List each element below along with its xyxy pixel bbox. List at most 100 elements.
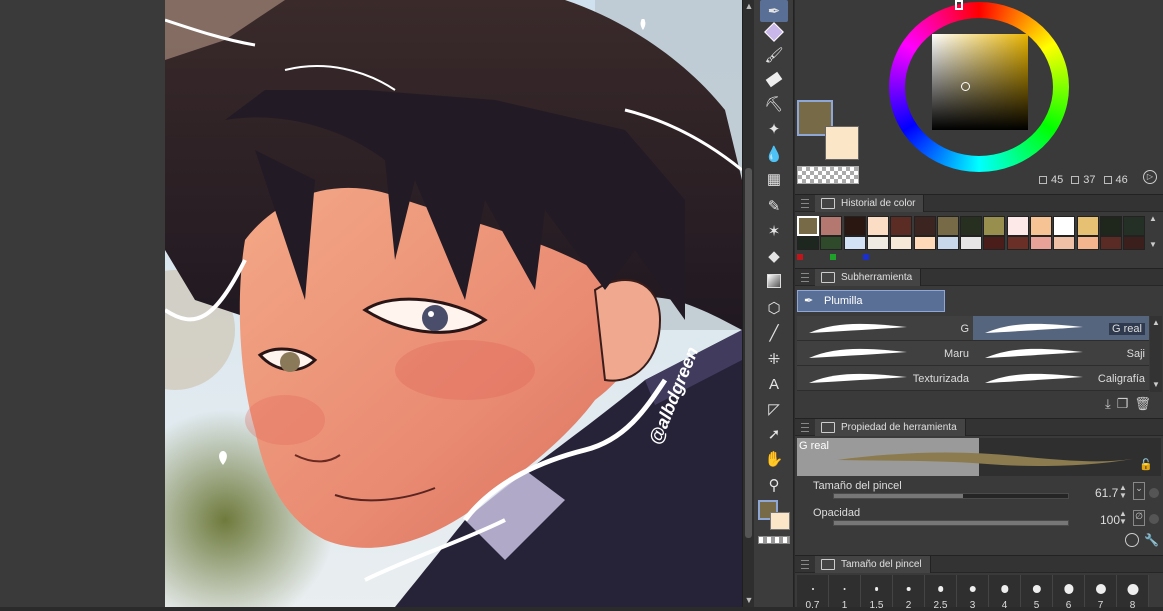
history-swatch[interactable]	[890, 216, 913, 236]
reset-settings-icon[interactable]	[1125, 533, 1139, 547]
brush-size-spinner[interactable]: ▲ ▼	[1119, 484, 1127, 500]
toolbar-transparent-color[interactable]	[758, 536, 790, 544]
history-swatch[interactable]	[820, 216, 843, 236]
color-mode-toggle-icon[interactable]: ▷	[1143, 170, 1157, 184]
history-swatch[interactable]	[960, 236, 983, 250]
gradient-icon[interactable]	[760, 270, 788, 292]
history-swatch[interactable]	[866, 216, 889, 236]
history-swatch[interactable]	[936, 236, 959, 250]
text-icon[interactable]: A	[760, 373, 788, 395]
opacity-toggle-icon[interactable]: ∅	[1133, 510, 1145, 526]
subtool-item[interactable]: Caligrafía	[973, 366, 1149, 391]
lock-icon[interactable]: 🔓	[1139, 458, 1153, 471]
3d-object-icon[interactable]: ⬡	[760, 297, 788, 319]
subtool-group-button[interactable]: ✒ Plumilla	[797, 290, 945, 312]
hand-icon[interactable]: ✋	[760, 448, 788, 470]
opacity-value[interactable]: 100	[1100, 513, 1120, 527]
scrollbar-thumb[interactable]	[745, 168, 752, 538]
history-swatch[interactable]	[1099, 216, 1122, 236]
history-swatch[interactable]	[913, 216, 936, 236]
history-swatch[interactable]	[913, 236, 936, 250]
opacity-spinner[interactable]: ▲ ▼	[1119, 510, 1127, 526]
history-swatch[interactable]	[1006, 236, 1029, 250]
brush-size-preset[interactable]: 0.7	[797, 575, 829, 611]
brush-size-preset[interactable]: 6	[1053, 575, 1085, 611]
history-swatch[interactable]	[890, 236, 913, 250]
tab-brush-size[interactable]: Tamaño del pincel	[815, 556, 931, 573]
opacity-slider[interactable]	[833, 520, 1069, 526]
history-swatch[interactable]	[1030, 216, 1052, 236]
history-swatch[interactable]	[1076, 216, 1099, 236]
history-scroll-down-icon[interactable]: ▼	[1149, 240, 1157, 249]
history-swatch[interactable]	[983, 236, 1006, 250]
artwork-canvas[interactable]: @albdgreen	[165, 0, 742, 607]
history-swatch[interactable]	[936, 216, 959, 236]
pen-icon[interactable]: ✒	[760, 0, 788, 22]
brush-size-preset[interactable]: 3	[957, 575, 989, 611]
panel-menu-icon[interactable]	[801, 199, 809, 208]
panel-menu-icon[interactable]	[801, 423, 809, 432]
brush-size-pressure-icon[interactable]: ⌄	[1133, 482, 1145, 500]
subtool-item[interactable]: G real	[973, 316, 1149, 341]
eraser-marker-icon[interactable]	[760, 21, 788, 43]
history-swatch[interactable]	[843, 236, 866, 250]
subtool-item[interactable]: Saji	[973, 341, 1149, 366]
brush-size-preset[interactable]: 7	[1085, 575, 1117, 611]
blend-icon[interactable]: 💧	[760, 143, 788, 165]
brush-size-preset[interactable]: 1	[829, 575, 861, 611]
history-swatch[interactable]	[960, 216, 983, 236]
history-swatch[interactable]	[1123, 216, 1146, 236]
toolbar-sub-color[interactable]	[770, 512, 790, 530]
brush-size-preset[interactable]: 2.5	[925, 575, 957, 611]
subtool-delete-icon[interactable]: 🗑	[1134, 396, 1151, 412]
history-swatch[interactable]	[1030, 236, 1052, 250]
hue-marker[interactable]	[955, 0, 963, 10]
brush-size-preset[interactable]: 2	[893, 575, 925, 611]
brush-size-preset[interactable]: 8	[1117, 575, 1149, 611]
operation-icon[interactable]: ➚	[760, 423, 788, 445]
sub-color-swatch[interactable]	[825, 126, 859, 160]
history-swatch[interactable]	[1053, 236, 1076, 250]
sparkle-icon[interactable]: ✦	[760, 118, 788, 140]
brush-size-value[interactable]: 61.7	[1095, 486, 1118, 500]
history-swatch[interactable]	[1099, 236, 1122, 250]
tab-subtool[interactable]: Subherramienta	[815, 269, 922, 286]
brush-size-slider[interactable]	[833, 493, 1069, 499]
tab-color-history[interactable]: Historial de color	[815, 195, 925, 212]
brush-size-dynamics-icon[interactable]	[1149, 488, 1159, 498]
eraser-icon[interactable]	[760, 68, 788, 90]
history-swatch[interactable]	[1076, 236, 1099, 250]
wrench-icon[interactable]: 🔧	[1144, 533, 1159, 547]
subtool-scrollbar[interactable]: ▲ ▼	[1150, 316, 1162, 392]
brush-size-preset[interactable]: 1.5	[861, 575, 893, 611]
fill-icon[interactable]: ◆	[760, 245, 788, 267]
tab-tool-property[interactable]: Propiedad de herramienta	[815, 419, 966, 436]
history-scroll-up-icon[interactable]: ▲	[1149, 214, 1157, 223]
stamp-icon[interactable]: ⛏	[760, 93, 788, 115]
history-swatch[interactable]	[1053, 216, 1076, 236]
subtool-item[interactable]: Texturizada	[797, 366, 973, 391]
subtool-item[interactable]: G	[797, 316, 973, 341]
history-swatch[interactable]	[797, 236, 819, 250]
opacity-dynamics-icon[interactable]	[1149, 514, 1159, 524]
history-swatch[interactable]	[820, 236, 843, 250]
brush-size-preset[interactable]: 4	[989, 575, 1021, 611]
history-swatch[interactable]	[1006, 216, 1029, 236]
pattern-icon[interactable]: ⁜	[760, 348, 788, 370]
history-swatch[interactable]	[843, 216, 866, 236]
auto-select-icon[interactable]: ✶	[760, 220, 788, 242]
history-swatch[interactable]	[866, 236, 889, 250]
panel-menu-icon[interactable]	[801, 560, 809, 569]
correct-line-icon[interactable]: ✎	[760, 195, 788, 217]
line-icon[interactable]: ╱	[760, 322, 788, 344]
saturation-value-square[interactable]	[932, 34, 1028, 130]
transparent-color-swatch[interactable]	[797, 166, 859, 184]
history-swatch[interactable]	[983, 216, 1006, 236]
subtool-download-icon[interactable]: ⤓	[1105, 396, 1111, 412]
history-swatch[interactable]	[1123, 236, 1146, 250]
subtool-item[interactable]: Maru	[797, 341, 973, 366]
panel-menu-icon[interactable]	[801, 273, 809, 282]
color-picker-cursor[interactable]	[961, 82, 970, 91]
history-swatch[interactable]	[797, 216, 819, 236]
brush-size-preset[interactable]: 5	[1021, 575, 1053, 611]
